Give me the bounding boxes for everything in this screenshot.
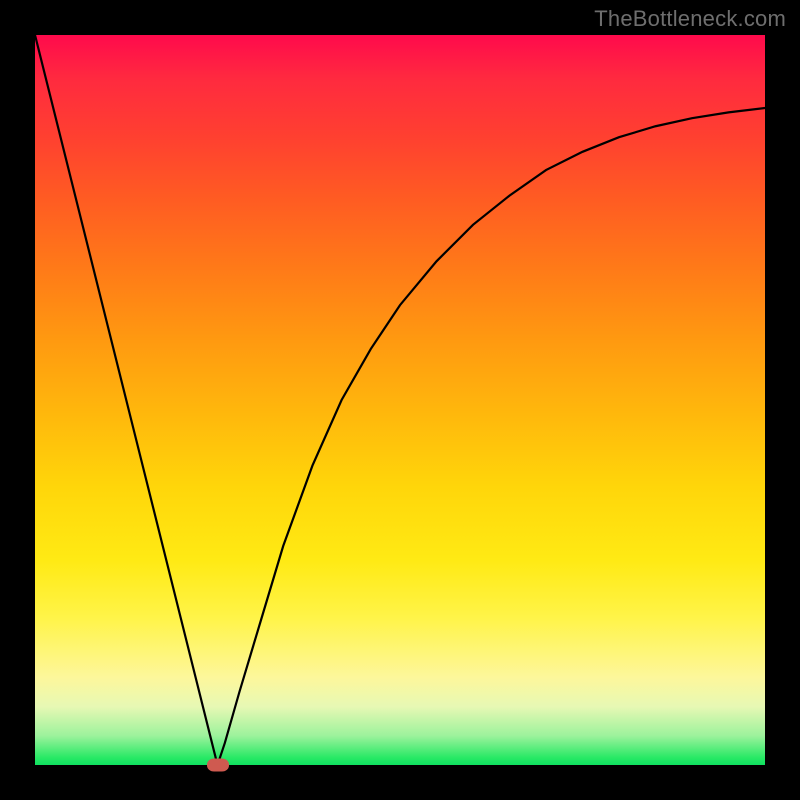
watermark-text: TheBottleneck.com bbox=[594, 6, 786, 32]
min-marker bbox=[207, 759, 229, 772]
chart-frame: TheBottleneck.com bbox=[0, 0, 800, 800]
bottleneck-curve bbox=[35, 35, 765, 765]
curve-layer bbox=[35, 35, 765, 765]
plot-area bbox=[35, 35, 765, 765]
